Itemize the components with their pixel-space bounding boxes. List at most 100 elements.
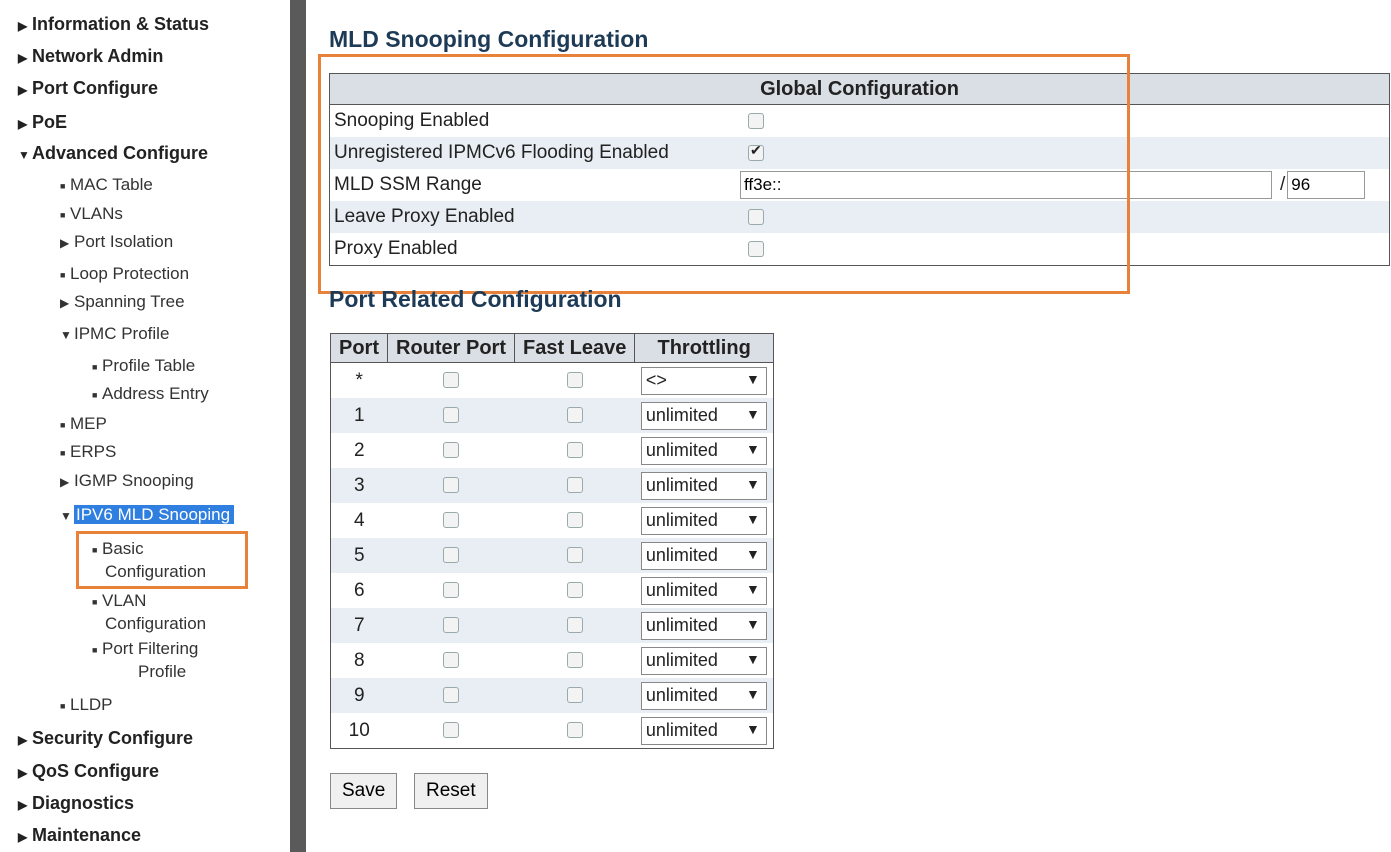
collapse-arrow-icon: ▼ (18, 148, 30, 162)
throttling-select[interactable]: unlimited ▼ (640, 506, 767, 535)
expand-arrow-icon: ▶ (18, 830, 28, 844)
nav-security-configure[interactable]: ▶ Security Configure (18, 728, 193, 749)
nav-network-admin[interactable]: ▶ Network Admin (18, 46, 163, 67)
table-row: 6 unlimited ▼ (331, 573, 774, 608)
fast-leave-checkbox[interactable] (566, 617, 583, 634)
fast-leave-checkbox[interactable] (566, 547, 583, 564)
table-row: 7 unlimited ▼ (330, 608, 774, 643)
table-row: 10 unlimited ▼ (331, 713, 774, 749)
throttling-select[interactable]: unlimited ▼ (640, 681, 767, 710)
bullet-icon: ■ (92, 596, 98, 607)
throttling-select[interactable]: unlimited ▼ (640, 401, 767, 430)
router-port-checkbox[interactable] (443, 512, 459, 529)
nav-address-entry[interactable]: ■ Address Entry (92, 384, 209, 404)
dropdown-caret-icon: ▼ (746, 405, 760, 422)
nav-profile-table[interactable]: ■ Profile Table (92, 356, 195, 376)
nav-information-status[interactable]: ▶ Information & Status (18, 14, 209, 35)
dropdown-caret-icon: ▼ (746, 615, 760, 632)
dropdown-caret-icon: ▼ (746, 685, 760, 702)
fast-leave-checkbox[interactable] (566, 512, 583, 529)
dropdown-caret-icon: ▼ (746, 510, 760, 527)
expand-arrow-icon: ▶ (18, 733, 28, 747)
nav-port-filtering-profile[interactable]: ■ Port Filtering Profile (92, 638, 198, 683)
throttling-select[interactable]: unlimited ▼ (640, 716, 767, 745)
expand-arrow-icon: ▶ (18, 798, 28, 812)
dropdown-caret-icon: ▼ (746, 650, 760, 667)
nav-advanced-configure[interactable]: ▼ Advanced Configure (18, 143, 208, 164)
port-config-table: Port Router Port Fast Leave Throttling *… (330, 333, 774, 749)
save-button[interactable]: Save (330, 773, 398, 809)
fast-leave-checkbox[interactable] (566, 582, 583, 599)
table-row: 3 unlimited ▼ (330, 468, 774, 503)
router-port-checkbox[interactable] (443, 582, 459, 599)
nav-mac-table[interactable]: ■ MAC Table (60, 175, 153, 195)
throttling-select[interactable]: unlimited ▼ (640, 471, 767, 500)
nav-diagnostics[interactable]: ▶ Diagnostics (18, 793, 134, 814)
expand-arrow-icon: ▶ (18, 766, 28, 780)
expand-arrow-icon: ▶ (18, 19, 28, 33)
col-header-fast-leave: Fast Leave (513, 333, 636, 363)
fast-leave-checkbox[interactable] (566, 372, 583, 389)
bullet-icon: ■ (60, 419, 66, 430)
nav-ipv6-mld-snooping[interactable]: ▼ IPV6 MLD Snooping (60, 505, 235, 525)
nav-vlans[interactable]: ■ VLANs (60, 204, 123, 224)
col-header-throttling: Throttling (634, 333, 774, 363)
router-port-checkbox[interactable] (443, 652, 459, 669)
nav-qos-configure[interactable]: ▶ QoS Configure (18, 761, 159, 782)
nav-lldp[interactable]: ■ LLDP (60, 695, 113, 715)
global-config-highlight (318, 54, 1130, 294)
dropdown-caret-icon: ▼ (746, 370, 760, 387)
table-row: 9 unlimited ▼ (330, 678, 774, 713)
throttling-select[interactable]: unlimited ▼ (640, 646, 767, 675)
table-row: 1 unlimited ▼ (330, 398, 774, 433)
nav-ipmc-profile[interactable]: ▼ IPMC Profile (60, 324, 169, 344)
router-port-checkbox[interactable] (443, 407, 459, 424)
router-port-checkbox[interactable] (443, 687, 459, 704)
nav-erps[interactable]: ■ ERPS (60, 442, 116, 462)
fast-leave-checkbox[interactable] (566, 442, 583, 459)
throttling-select[interactable]: unlimited ▼ (640, 541, 767, 570)
dropdown-caret-icon: ▼ (746, 580, 760, 597)
throttling-select[interactable]: unlimited ▼ (640, 436, 767, 465)
page-title: MLD Snooping Configuration (329, 26, 649, 52)
router-port-checkbox[interactable] (443, 442, 459, 459)
table-row: 8 unlimited ▼ (331, 643, 774, 678)
col-header-port: Port (330, 333, 388, 363)
bullet-icon: ■ (60, 447, 66, 458)
nav-maintenance[interactable]: ▶ Maintenance (18, 825, 141, 846)
nav-basic-configuration[interactable]: ■ Basic Configuration (92, 538, 206, 583)
port-section-title: Port Related Configuration (329, 286, 622, 312)
router-port-checkbox[interactable] (443, 477, 459, 494)
router-port-checkbox[interactable] (443, 722, 459, 739)
dropdown-caret-icon: ▼ (746, 475, 760, 492)
sidebar-divider[interactable] (290, 0, 306, 852)
expand-arrow-icon: ▶ (60, 236, 70, 250)
fast-leave-checkbox[interactable] (566, 477, 583, 494)
fast-leave-checkbox[interactable] (566, 652, 583, 669)
throttling-select[interactable]: <> ▼ (640, 366, 767, 395)
nav-poe[interactable]: ▶ PoE (18, 112, 67, 133)
nav-mep[interactable]: ■ MEP (60, 414, 107, 434)
throttling-select[interactable]: unlimited ▼ (640, 611, 767, 640)
nav-loop-protection[interactable]: ■ Loop Protection (60, 264, 189, 284)
ssm-range-prefix-input[interactable] (1287, 171, 1366, 199)
expand-arrow-icon: ▶ (60, 475, 70, 489)
bullet-icon: ■ (92, 544, 98, 555)
nav-port-isolation[interactable]: ▶ Port Isolation (60, 232, 173, 252)
fast-leave-checkbox[interactable] (566, 722, 583, 739)
table-row: 4 unlimited ▼ (331, 503, 774, 538)
router-port-checkbox[interactable] (443, 372, 459, 389)
nav-spanning-tree[interactable]: ▶ Spanning Tree (60, 292, 185, 312)
nav-port-configure[interactable]: ▶ Port Configure (18, 78, 158, 99)
throttling-select[interactable]: unlimited ▼ (640, 576, 767, 605)
router-port-checkbox[interactable] (443, 617, 459, 634)
nav-igmp-snooping[interactable]: ▶ IGMP Snooping (60, 471, 194, 491)
dropdown-caret-icon: ▼ (746, 545, 760, 562)
fast-leave-checkbox[interactable] (566, 687, 583, 704)
reset-button[interactable]: Reset (414, 773, 488, 809)
fast-leave-checkbox[interactable] (566, 407, 583, 424)
dropdown-caret-icon: ▼ (746, 720, 760, 737)
router-port-checkbox[interactable] (443, 547, 459, 564)
nav-vlan-configuration[interactable]: ■ VLAN Configuration (92, 590, 206, 635)
expand-arrow-icon: ▶ (18, 51, 28, 65)
